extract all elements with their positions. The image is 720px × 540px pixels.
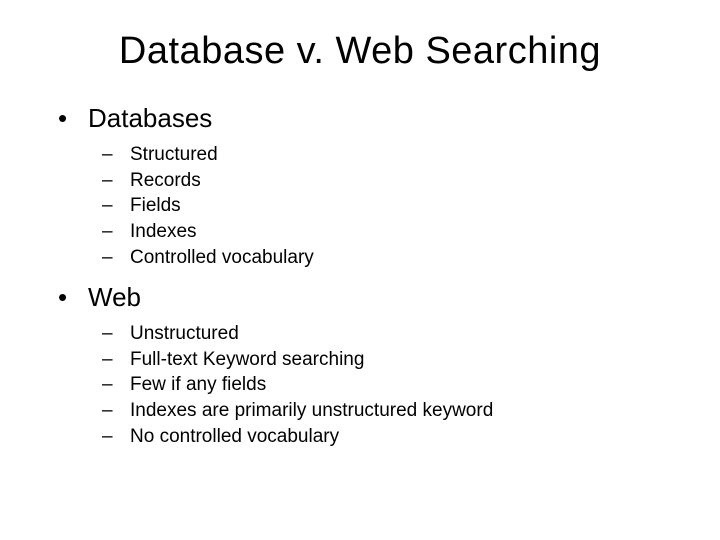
item-text: Structured <box>130 142 218 168</box>
list-item: – Controlled vocabulary <box>102 245 670 271</box>
item-text: Fields <box>130 193 181 219</box>
item-text: Records <box>130 168 201 194</box>
list-item: – Unstructured <box>102 321 670 347</box>
web-items: – Unstructured – Full-text Keyword searc… <box>102 321 670 449</box>
dash-icon: – <box>102 372 130 398</box>
list-item: – No controlled vocabulary <box>102 424 670 450</box>
section-web: • Web <box>50 282 670 313</box>
item-text: No controlled vocabulary <box>130 424 339 450</box>
dash-icon: – <box>102 168 130 194</box>
list-item: – Indexes <box>102 219 670 245</box>
item-text: Unstructured <box>130 321 239 347</box>
bullet-icon: • <box>58 282 88 313</box>
databases-items: – Structured – Records – Fields – Indexe… <box>102 142 670 270</box>
dash-icon: – <box>102 398 130 424</box>
dash-icon: – <box>102 424 130 450</box>
dash-icon: – <box>102 347 130 373</box>
list-item: – Records <box>102 168 670 194</box>
item-text: Few if any fields <box>130 372 266 398</box>
section-label: Web <box>88 282 141 313</box>
list-item: – Full-text Keyword searching <box>102 347 670 373</box>
item-text: Indexes are primarily unstructured keywo… <box>130 398 493 424</box>
item-text: Controlled vocabulary <box>130 245 314 271</box>
item-text: Full-text Keyword searching <box>130 347 364 373</box>
dash-icon: – <box>102 321 130 347</box>
list-item: – Few if any fields <box>102 372 670 398</box>
section-label: Databases <box>88 103 212 134</box>
list-item: – Structured <box>102 142 670 168</box>
dash-icon: – <box>102 193 130 219</box>
bullet-icon: • <box>58 103 88 134</box>
dash-icon: – <box>102 142 130 168</box>
list-item: – Fields <box>102 193 670 219</box>
dash-icon: – <box>102 245 130 271</box>
list-item: – Indexes are primarily unstructured key… <box>102 398 670 424</box>
item-text: Indexes <box>130 219 197 245</box>
section-databases: • Databases <box>50 103 670 134</box>
slide-title: Database v. Web Searching <box>50 30 670 73</box>
dash-icon: – <box>102 219 130 245</box>
